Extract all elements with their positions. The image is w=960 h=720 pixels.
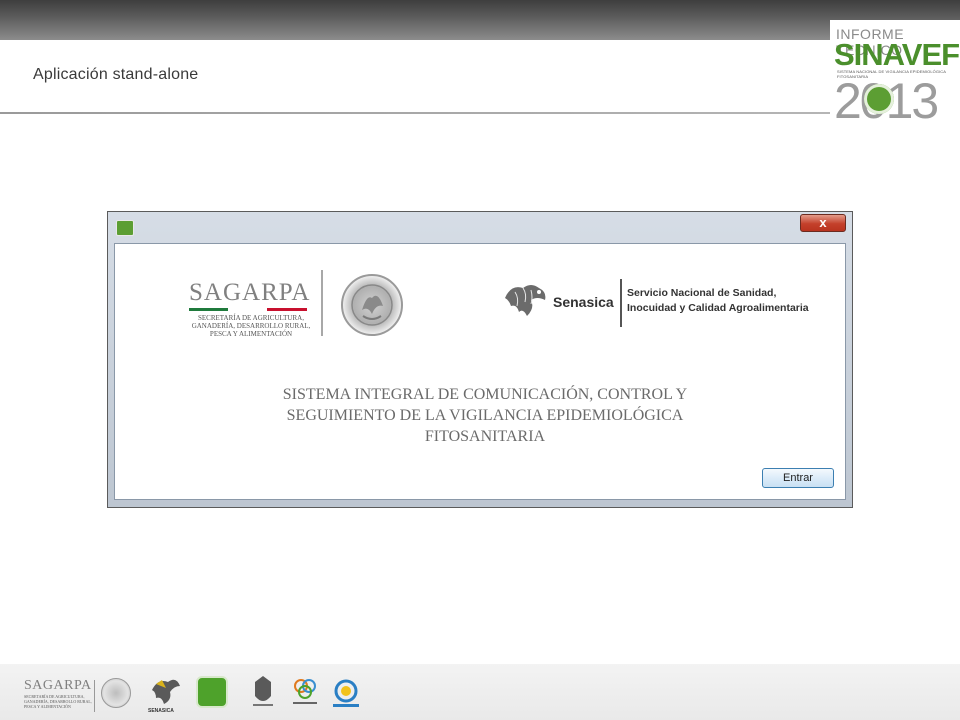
- flag-stripe: [189, 308, 307, 311]
- login-dialog: x SAGARPA SECRETARÍA DE AGRICULTURA, GAN…: [107, 211, 853, 508]
- title-divider: [0, 112, 830, 114]
- senasica-description-line2: Inocuidad y Calidad Agroalimentaria: [627, 302, 809, 314]
- top-band: [0, 0, 960, 40]
- sagarpa-name: SAGARPA: [189, 279, 311, 306]
- sinavef-brand-logo: INFORME TECNICO SINAVEF SISTEMA NACIONAL…: [830, 20, 960, 129]
- footer-sagarpa-name: SAGARPA: [24, 678, 92, 693]
- senasica-description: Servicio Nacional de Sanidad, Inocuidad …: [627, 286, 809, 316]
- system-title-line3: FITOSANITARIA: [424, 428, 546, 445]
- seal-eagle-icon: [351, 284, 393, 326]
- system-title-line2: SEGUIMIENTO DE LA VIGILANCIA EPIDEMIOLÓG…: [286, 407, 684, 424]
- footer-senasica-icon: [152, 679, 180, 704]
- footer-ciacyt-icon: [293, 679, 317, 704]
- mexico-seal-icon: [341, 274, 403, 336]
- footer-sagarpa-logo: SAGARPA SECRETARÍA DE AGRICULTURA, GANAD…: [24, 678, 94, 709]
- system-title-line1: SISTEMA INTEGRAL DE COMUNICACIÓN, CONTRO…: [282, 386, 688, 403]
- footer-sagarpa-subtitle: SECRETARÍA DE AGRICULTURA, GANADERÍA, DE…: [24, 694, 92, 709]
- senasica-divider: [620, 279, 622, 327]
- footer-university-crest-icon: [253, 676, 273, 706]
- close-button[interactable]: x: [800, 214, 846, 232]
- senasica-description-line1: Servicio Nacional de Sanidad,: [627, 287, 777, 299]
- senasica-name: Senasica: [553, 294, 614, 310]
- dialog-client-area: SAGARPA SECRETARÍA DE AGRICULTURA, GANAD…: [114, 243, 846, 500]
- footer-sinavef-icon: [196, 676, 228, 708]
- footer-logo-strip: SAGARPA SECRETARÍA DE AGRICULTURA, GANAD…: [0, 664, 960, 720]
- sagarpa-subtitle: SECRETARÍA DE AGRICULTURA, GANADERÍA, DE…: [191, 314, 311, 338]
- enter-button[interactable]: Entrar: [762, 468, 834, 488]
- footer-seal-icon: [101, 678, 131, 708]
- footer-senasica-label: SENASICA: [148, 708, 174, 714]
- system-title: SISTEMA INTEGRAL DE COMUNICACIÓN, CONTRO…: [215, 384, 755, 447]
- runner-badge-icon: [864, 84, 894, 114]
- senasica-bird-icon: [505, 285, 546, 316]
- slide-title: Aplicación stand-alone: [33, 66, 199, 83]
- logo-divider: [321, 270, 323, 336]
- footer-divider: [94, 680, 95, 712]
- sagarpa-logo: SAGARPA SECRETARÍA DE AGRICULTURA, GANAD…: [189, 279, 329, 338]
- brand-name: SINAVEF: [834, 37, 960, 72]
- footer-langif-icon: [333, 679, 359, 707]
- app-icon: [116, 220, 134, 236]
